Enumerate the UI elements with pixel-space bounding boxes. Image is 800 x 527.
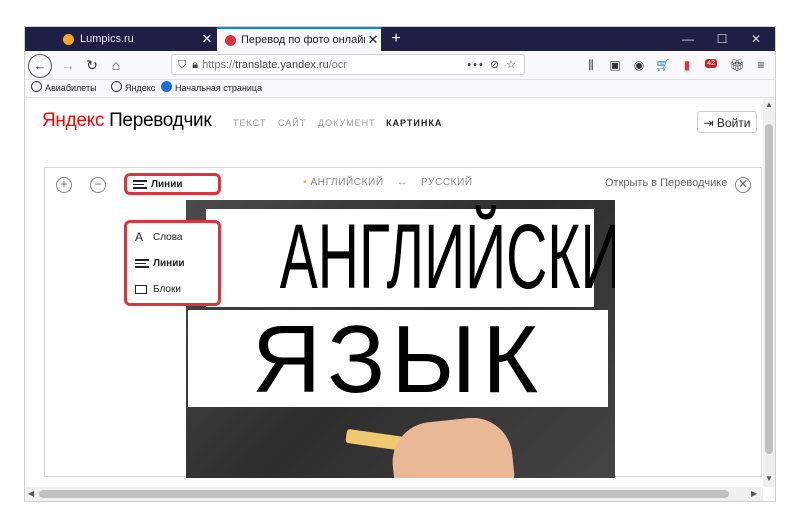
tab-yandex-translate[interactable]: Перевод по фото онлайн с ан ✕	[217, 27, 381, 51]
mode-option-label: Блоки	[153, 283, 181, 295]
horizontal-scrollbar[interactable]: ◀ ▶	[25, 487, 763, 501]
url-prefix: https://	[202, 59, 236, 71]
close-icon[interactable]: ✕	[735, 177, 751, 193]
horizontal-scroll-thumb[interactable]	[39, 490, 729, 498]
tab-bar: Lumpics.ru ✕ Перевод по фото онлайн с ан…	[25, 27, 775, 51]
zoom-in-icon[interactable]: +	[56, 177, 72, 193]
ocr-workspace: + − • АНГЛИЙСКИЙ ↔ РУССКИЙ Открыть в Пер…	[44, 167, 762, 478]
shield-icon[interactable]: ⛉	[178, 55, 186, 74]
language-pair: • АНГЛИЙСКИЙ ↔ РУССКИЙ	[303, 177, 473, 188]
browser-window: Lumpics.ru ✕ Перевод по фото онлайн с ан…	[25, 27, 775, 501]
lines-icon	[133, 179, 147, 189]
lumpics-favicon-icon	[63, 33, 74, 45]
bookmark-home[interactable]: Начальная страница	[161, 80, 262, 97]
uploaded-image: АНГЛИЙСКИЙ ЯЗЫК	[186, 200, 615, 478]
account-icon[interactable]: ◉	[629, 51, 649, 79]
tab-title: Перевод по фото онлайн с ан	[241, 34, 365, 46]
tab-text[interactable]: ТЕКСТ	[233, 118, 266, 128]
tab-close-icon[interactable]: ✕	[365, 32, 381, 48]
letter-a-icon: A	[135, 230, 144, 244]
lock-icon[interactable]: 🔒︎	[192, 55, 198, 74]
bookmark-yandex[interactable]: Яндекс	[111, 80, 155, 97]
new-tab-button[interactable]: +	[387, 27, 405, 51]
yandex-translate-logo[interactable]: Яндекс Переводчик	[42, 110, 212, 132]
gift-icon[interactable]: 🎁︎	[727, 51, 747, 79]
zoom-out-icon[interactable]: −	[90, 177, 106, 193]
logo-brand: Яндекс	[42, 110, 105, 131]
lines-icon	[135, 258, 149, 268]
close-window-button[interactable]: ✕	[739, 27, 773, 51]
translate-favicon-icon	[225, 34, 236, 46]
logo-product: Переводчик	[104, 110, 212, 131]
selected-mode-label: Линии	[151, 178, 183, 190]
target-language[interactable]: РУССКИЙ	[421, 177, 473, 188]
login-icon: ⇥	[703, 116, 714, 130]
url-path: /ocr	[328, 59, 348, 71]
globe-icon	[111, 81, 122, 92]
tab-image[interactable]: КАРТИНКА	[386, 118, 442, 128]
scroll-down-icon[interactable]: ▼	[765, 474, 773, 483]
library-icon[interactable]: ⫼	[581, 51, 601, 79]
mode-option-label: Слова	[153, 231, 183, 243]
bookmark-flag-icon[interactable]: ▮	[677, 51, 697, 79]
source-language[interactable]: АНГЛИЙСКИЙ	[311, 177, 384, 188]
tab-document[interactable]: ДОКУМЕНТ	[318, 118, 376, 128]
tab-site[interactable]: САЙТ	[278, 118, 306, 128]
image-text-line-1: АНГЛИЙСКИЙ	[279, 206, 615, 308]
login-button[interactable]: ⇥ Войти	[697, 111, 757, 133]
tab-close-icon[interactable]: ✕	[199, 31, 215, 47]
mode-option-words[interactable]: A Слова	[135, 226, 215, 248]
reload-button[interactable]: ↻	[81, 51, 103, 79]
bookmark-label: Яндекс	[125, 83, 156, 93]
scroll-right-icon[interactable]: ▶	[751, 489, 757, 498]
vertical-scrollbar[interactable]: ▲ ▼	[763, 98, 775, 487]
navigation-toolbar: ← → ↻ ⌂ ⛉ 🔒︎ https://translate.yandex.ru…	[25, 51, 775, 80]
sidebar-icon[interactable]: ▣	[605, 51, 625, 79]
bookmark-label: Начальная страница	[175, 83, 263, 93]
dropdown-selected: Линии	[133, 173, 213, 195]
home-icon[interactable]: ⌂	[105, 51, 127, 79]
image-text-line-2: ЯЗЫК	[251, 306, 545, 413]
tab-lumpics[interactable]: Lumpics.ru ✕	[55, 27, 215, 51]
hand-image	[388, 413, 516, 478]
minimize-button[interactable]: —	[671, 27, 705, 51]
globe-icon	[31, 81, 42, 92]
mode-option-lines[interactable]: Линии	[135, 252, 215, 274]
mode-option-blocks[interactable]: Блоки	[135, 278, 215, 300]
firefox-icon	[161, 81, 172, 92]
page-actions-icon[interactable]: ••• ⊘ ☆	[467, 55, 524, 74]
tab-title: Lumpics.ru	[80, 33, 134, 45]
url-host: translate.yandex.ru	[235, 59, 329, 71]
extension-badge-icon[interactable]: 42	[701, 51, 721, 79]
bookmarks-bar: Авиабилеты Яндекс Начальная страница	[25, 80, 775, 98]
badge-count: 42	[705, 59, 717, 68]
mode-option-label: Линии	[153, 257, 185, 269]
active-dot-icon: •	[303, 177, 308, 188]
menu-icon[interactable]: ≡	[751, 51, 771, 79]
cart-icon[interactable]: 🛒︎	[653, 51, 673, 79]
recognition-mode-dropdown[interactable]: Линии	[124, 173, 221, 195]
back-button[interactable]: ←	[28, 54, 52, 78]
scroll-up-icon[interactable]: ▲	[765, 100, 773, 109]
forward-button[interactable]: →	[57, 51, 79, 79]
recognition-mode-menu: A Слова Линии Блоки	[124, 220, 221, 306]
url-bar[interactable]: ⛉ 🔒︎ https://translate.yandex.ru/ocr •••…	[171, 54, 525, 75]
bookmark-aviabilety[interactable]: Авиабилеты	[31, 80, 97, 97]
scroll-left-icon[interactable]: ◀	[28, 489, 34, 498]
bookmark-label: Авиабилеты	[45, 83, 97, 93]
open-in-translator-link[interactable]: Открыть в Переводчике	[605, 177, 727, 189]
box-icon	[135, 284, 147, 294]
swap-languages-icon[interactable]: ↔	[397, 177, 408, 188]
login-label: Войти	[716, 116, 751, 130]
vertical-scroll-thumb[interactable]	[765, 124, 773, 454]
maximize-button[interactable]: ☐	[705, 27, 739, 51]
